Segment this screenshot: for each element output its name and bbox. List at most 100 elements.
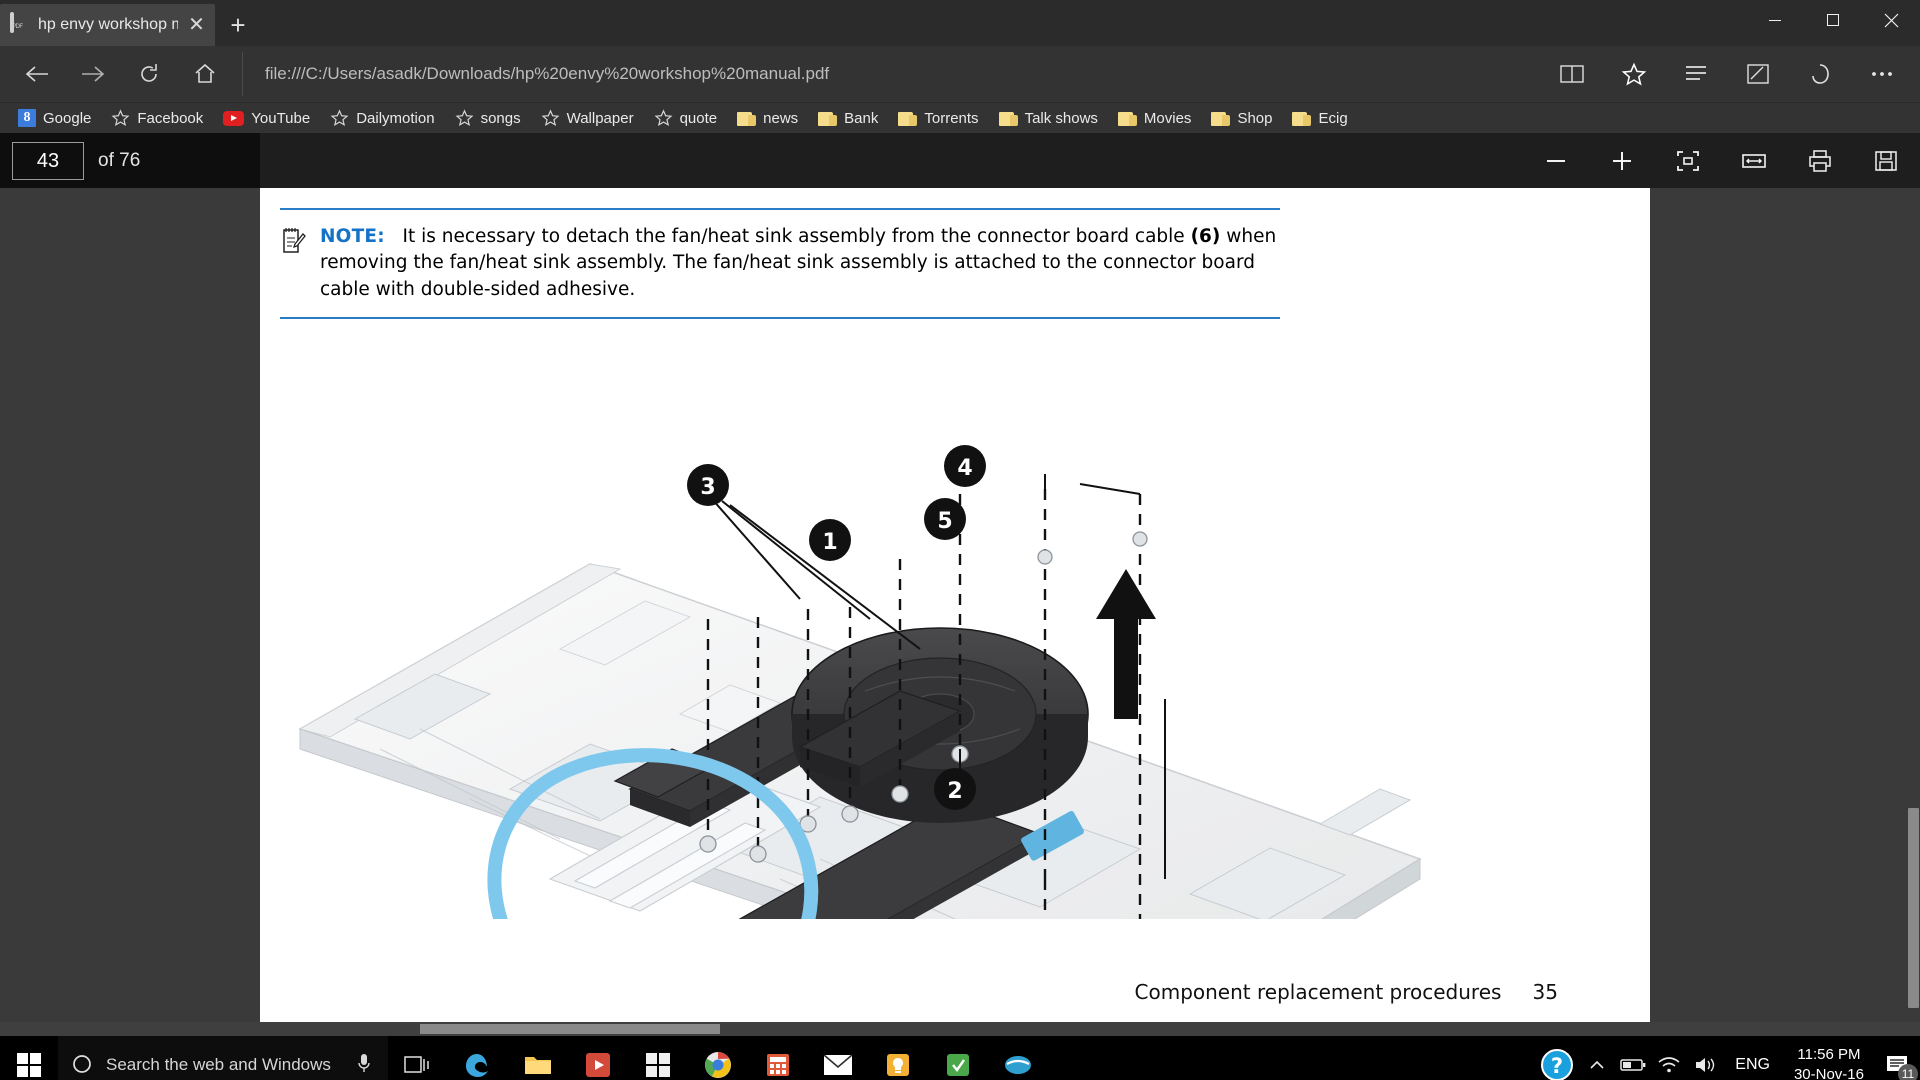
favorite-label: songs: [481, 110, 521, 127]
green-app-icon[interactable]: [928, 1036, 988, 1080]
calculator-icon[interactable]: [748, 1036, 808, 1080]
wifi-icon[interactable]: [1651, 1036, 1687, 1080]
make-a-note-icon[interactable]: [1730, 52, 1786, 96]
vertical-scrollbar-thumb[interactable]: [1908, 808, 1919, 1008]
favorite-folder-movies[interactable]: Movies: [1108, 103, 1202, 134]
favorite-label: Wallpaper: [567, 110, 634, 127]
search-circle-icon: [72, 1054, 94, 1076]
tab-title: hp envy workshop manu: [38, 16, 178, 34]
chevron-up-icon[interactable]: [1579, 1036, 1615, 1080]
help-question-icon[interactable]: ?: [1535, 1036, 1579, 1080]
folder-icon: [999, 110, 1018, 127]
zoom-out-button[interactable]: [1536, 141, 1576, 181]
favorite-label: Shop: [1237, 110, 1272, 127]
battery-icon[interactable]: [1615, 1036, 1651, 1080]
reading-view-icon[interactable]: [1544, 52, 1600, 96]
favorite-facebook[interactable]: Facebook: [101, 103, 213, 134]
pdf-file-icon: [10, 14, 30, 36]
lightbulb-icon[interactable]: [868, 1036, 928, 1080]
favorite-folder-shop[interactable]: Shop: [1201, 103, 1282, 134]
taskbar: Search the web and Windows: [0, 1036, 1920, 1080]
star-icon: [330, 109, 349, 127]
fit-width-icon[interactable]: [1734, 141, 1774, 181]
more-icon[interactable]: [1854, 52, 1910, 96]
print-icon[interactable]: [1800, 141, 1840, 181]
edge-icon[interactable]: [448, 1036, 508, 1080]
svg-text:1: 1: [822, 530, 837, 555]
chrome-icon[interactable]: [688, 1036, 748, 1080]
diagram-svg: 3 4 1 5 2 6: [260, 319, 1650, 919]
home-icon[interactable]: [178, 52, 232, 96]
window-close-button[interactable]: [1862, 0, 1920, 40]
refresh-icon[interactable]: [122, 52, 176, 96]
browser-tab[interactable]: hp envy workshop manu ✕: [0, 4, 215, 46]
favorite-google[interactable]: 8 Google: [8, 103, 101, 134]
favorite-label: Ecig: [1318, 110, 1347, 127]
new-tab-button[interactable]: +: [215, 4, 261, 46]
windows-start-icon[interactable]: [0, 1036, 58, 1080]
favorite-label: news: [763, 110, 798, 127]
address-bar[interactable]: file:///C:/Users/asadk/Downloads/hp%20en…: [242, 52, 1530, 96]
cortana-icon[interactable]: [1792, 52, 1848, 96]
horizontal-scrollbar[interactable]: [0, 1022, 1920, 1036]
svg-text:4: 4: [957, 456, 972, 481]
folder-icon: [1292, 110, 1311, 127]
star-icon[interactable]: [1606, 52, 1662, 96]
favorite-label: Bank: [844, 110, 878, 127]
microphone-icon[interactable]: [356, 1051, 372, 1080]
page-number-input[interactable]: 43: [12, 142, 84, 180]
address-input[interactable]: file:///C:/Users/asadk/Downloads/hp%20en…: [265, 64, 829, 84]
maximize-button[interactable]: [1804, 0, 1862, 40]
favorite-label: Facebook: [137, 110, 203, 127]
horizontal-scrollbar-thumb[interactable]: [420, 1024, 720, 1034]
folder-icon: [1211, 110, 1230, 127]
favorite-folder-torrents[interactable]: Torrents: [888, 103, 988, 134]
back-arrow-icon[interactable]: [10, 52, 64, 96]
file-explorer-icon[interactable]: [508, 1036, 568, 1080]
search-box[interactable]: Search the web and Windows: [58, 1036, 388, 1080]
hub-icon[interactable]: [1668, 52, 1724, 96]
fit-page-icon[interactable]: [1668, 141, 1708, 181]
favorite-wallpaper[interactable]: Wallpaper: [531, 103, 644, 134]
system-tray: ? ENG 11:56 PM 30-Nov-16 11: [1535, 1036, 1920, 1080]
favorite-folder-ecig[interactable]: Ecig: [1282, 103, 1357, 134]
language-indicator[interactable]: ENG: [1723, 1056, 1782, 1074]
star-icon: [541, 109, 560, 127]
notification-center-icon[interactable]: 11: [1876, 1036, 1920, 1080]
page-footer: Component replacement procedures 35: [260, 980, 1650, 1004]
clock[interactable]: 11:56 PM 30-Nov-16: [1782, 1045, 1876, 1080]
folder-icon: [818, 110, 837, 127]
favorite-dailymotion[interactable]: Dailymotion: [320, 103, 444, 134]
favorite-songs[interactable]: songs: [445, 103, 531, 134]
svg-text:2: 2: [947, 779, 962, 804]
footer-page-number: 35: [1533, 980, 1558, 1004]
star-icon: [111, 109, 130, 127]
footer-title: Component replacement procedures: [1135, 980, 1502, 1004]
forward-arrow-icon[interactable]: [66, 52, 120, 96]
favorite-quote[interactable]: quote: [644, 103, 728, 134]
note-callout: NOTE: It is necessary to detach the fan/…: [280, 208, 1280, 319]
nav-right-actions: [1532, 52, 1910, 96]
task-view-icon[interactable]: [388, 1036, 448, 1080]
blue-app-icon[interactable]: [988, 1036, 1048, 1080]
mail-icon[interactable]: [808, 1036, 868, 1080]
favorite-youtube[interactable]: YouTube: [213, 103, 320, 134]
zoom-in-button[interactable]: [1602, 141, 1642, 181]
vertical-scrollbar[interactable]: [1906, 188, 1920, 1022]
folder-icon: [898, 110, 917, 127]
folder-icon: [737, 110, 756, 127]
close-icon[interactable]: ✕: [186, 15, 207, 35]
store-icon[interactable]: [628, 1036, 688, 1080]
page-total-label: of 76: [98, 150, 140, 172]
volume-icon[interactable]: [1687, 1036, 1723, 1080]
favorite-folder-bank[interactable]: Bank: [808, 103, 888, 134]
minimize-button[interactable]: [1746, 0, 1804, 40]
notification-badge: 11: [1898, 1064, 1918, 1080]
favorite-folder-talk-shows[interactable]: Talk shows: [989, 103, 1108, 134]
page-navigator: 43 of 76: [0, 133, 260, 188]
media-player-icon[interactable]: [568, 1036, 628, 1080]
save-icon[interactable]: [1866, 141, 1906, 181]
favorite-folder-news[interactable]: news: [727, 103, 808, 134]
svg-text:3: 3: [700, 475, 715, 500]
search-input[interactable]: Search the web and Windows: [106, 1055, 331, 1075]
